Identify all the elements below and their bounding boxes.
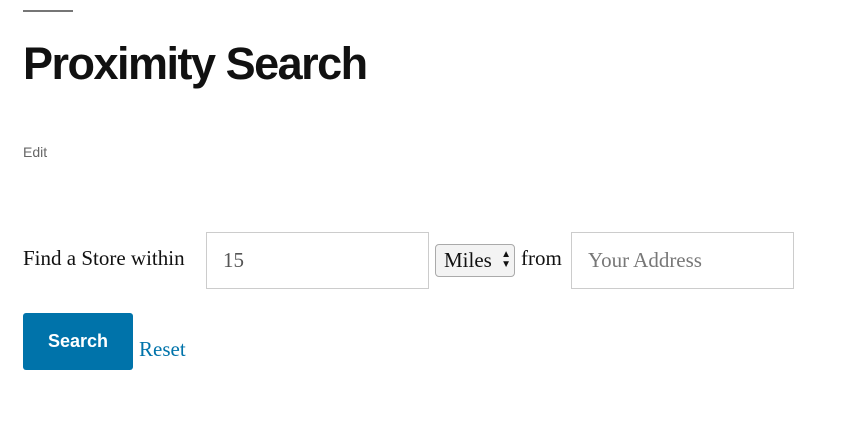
reset-link[interactable]: Reset bbox=[139, 337, 186, 362]
distance-input[interactable] bbox=[206, 232, 429, 289]
page-title: Proximity Search bbox=[23, 38, 368, 89]
from-label: from bbox=[521, 246, 562, 270]
select-arrows-icon: ▲ ▼ bbox=[501, 249, 511, 270]
edit-link[interactable]: Edit bbox=[23, 144, 47, 160]
unit-select[interactable]: Miles ▲ ▼ bbox=[435, 244, 515, 277]
unit-select-value: Miles bbox=[444, 248, 492, 272]
find-store-label: Find a Store within bbox=[23, 246, 185, 270]
title-separator bbox=[23, 10, 73, 12]
address-input[interactable] bbox=[571, 232, 794, 289]
search-button[interactable]: Search bbox=[23, 313, 133, 370]
